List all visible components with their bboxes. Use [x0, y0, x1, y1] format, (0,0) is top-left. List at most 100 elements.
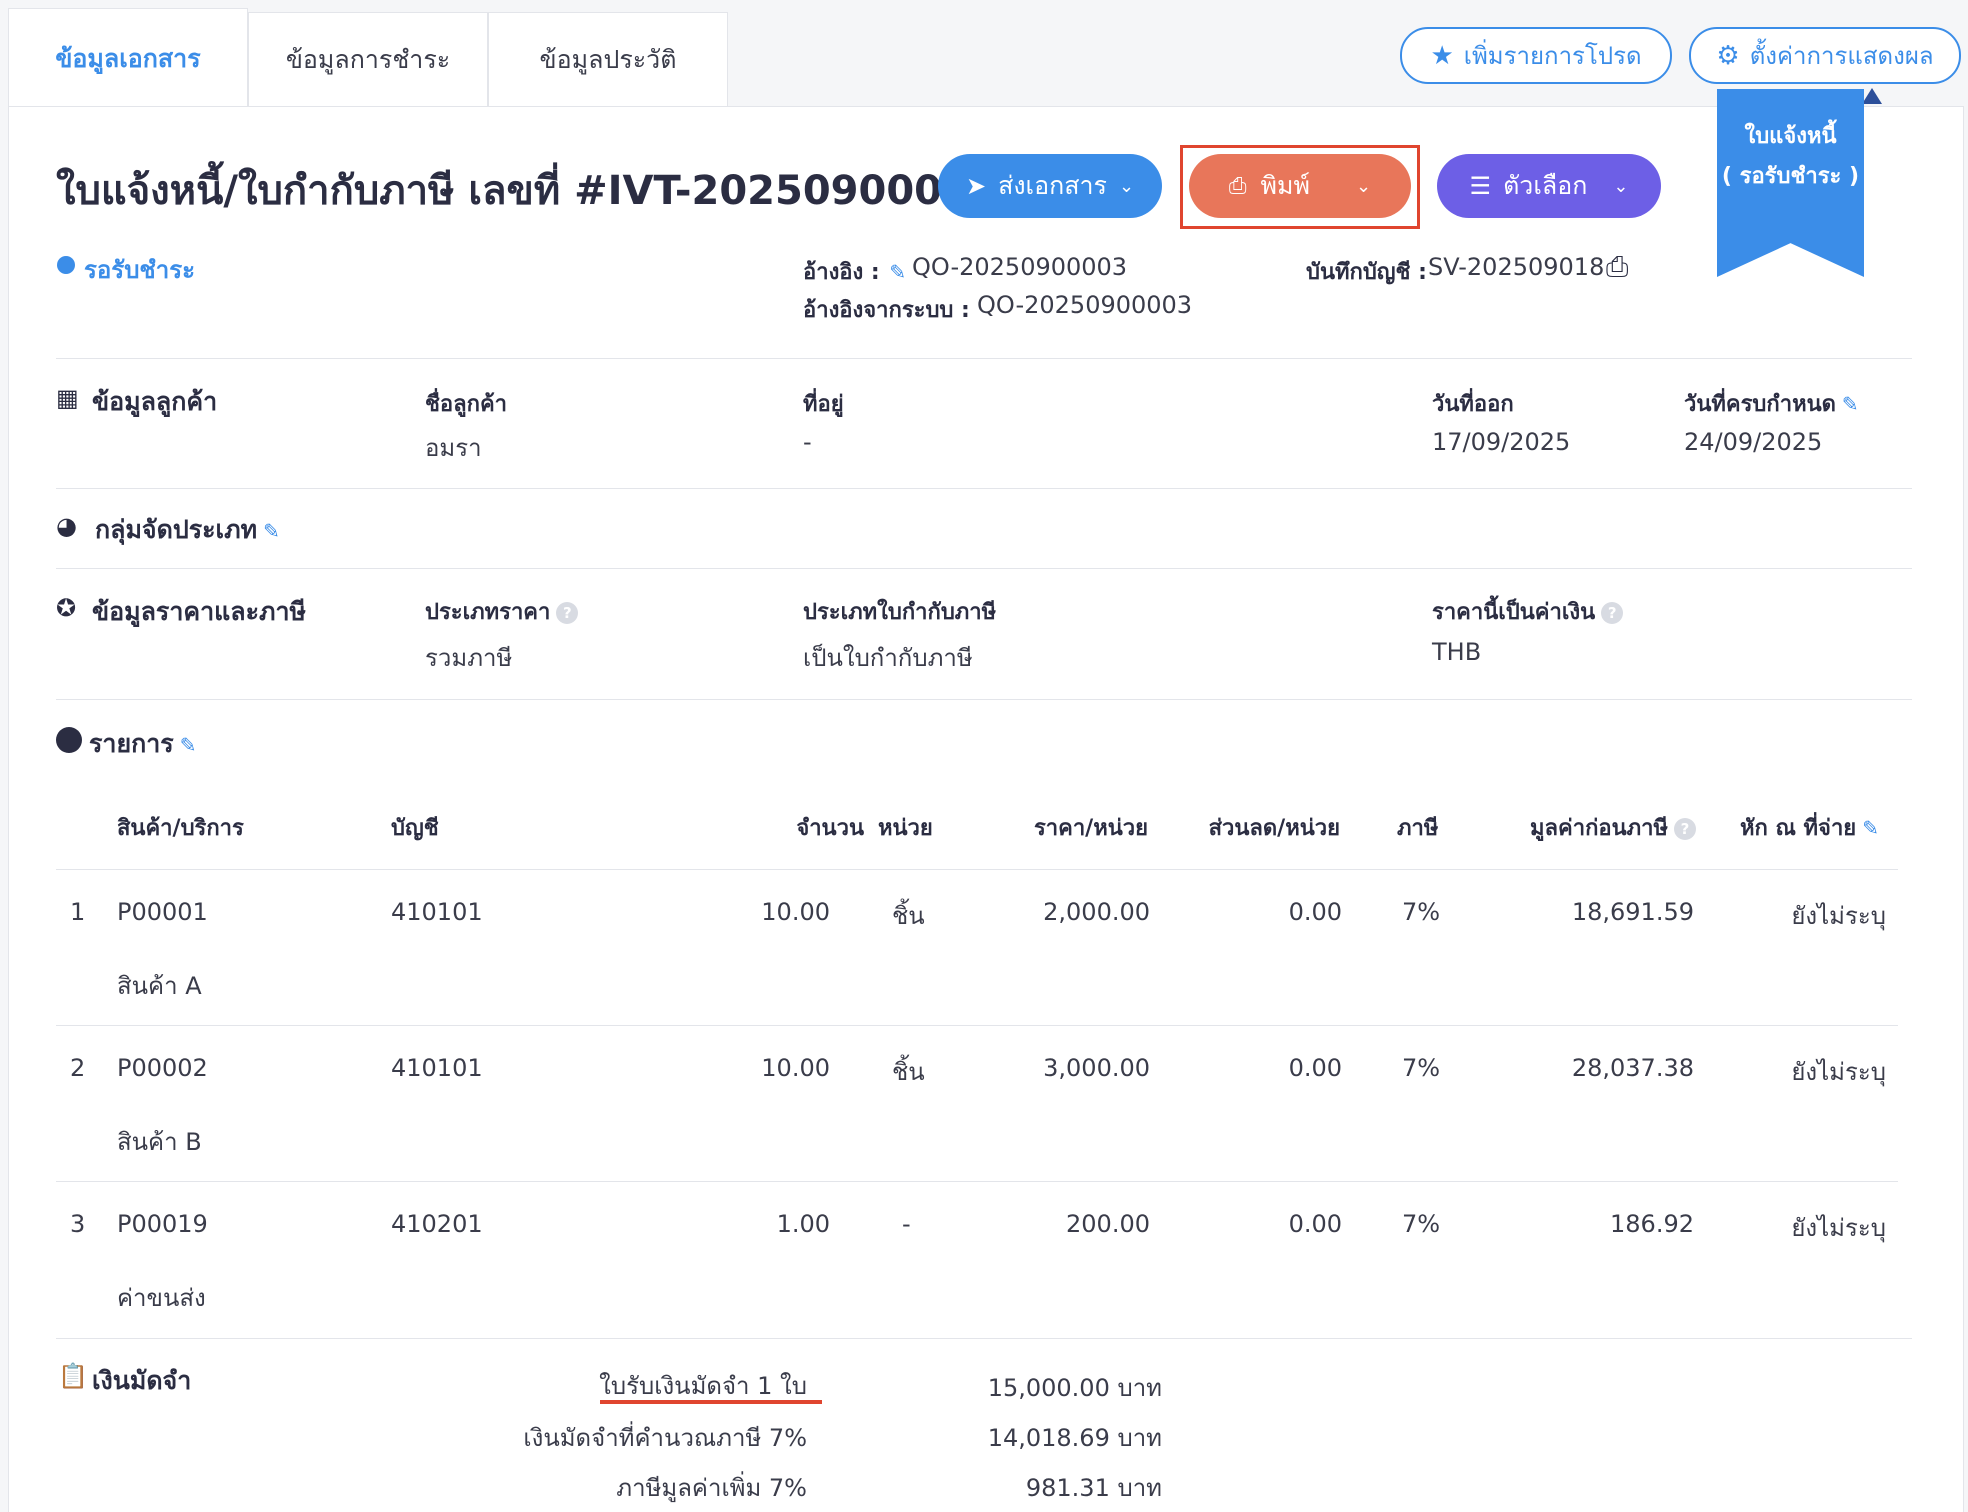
- send-icon: ➤: [965, 172, 987, 200]
- system-ref-link[interactable]: QO-20250900003: [977, 291, 1192, 319]
- issue-date-label: วันที่ออก: [1432, 392, 1514, 417]
- unit-price: 2,000.00: [1043, 898, 1150, 926]
- account-record-label: บันทึกบัญชี :: [1306, 260, 1427, 285]
- unit: -: [902, 1210, 911, 1238]
- deposit-amount: 15,000.00 บาท: [987, 1374, 1162, 1402]
- printer-icon[interactable]: ⎙: [1606, 250, 1628, 284]
- price-type-value: รวมภาษี: [425, 644, 513, 672]
- divider: [56, 358, 1912, 359]
- unit: ชิ้น: [892, 1058, 925, 1086]
- due-date-value: 24/09/2025: [1684, 428, 1823, 456]
- header-tax: ภาษี: [1397, 816, 1439, 841]
- divider: [56, 488, 1912, 489]
- product-name: ค่าขนส่ง: [117, 1284, 206, 1312]
- ribbon-line1: ใบแจ้งหนี้: [1744, 124, 1837, 149]
- add-favorite-button[interactable]: ★ เพิ่มรายการโปรด: [1400, 27, 1672, 84]
- tax-invoice-type-value: เป็นใบกำกับภาษี: [803, 644, 973, 672]
- tax-invoice-type-label: ประเภทใบกำกับภาษี: [803, 600, 997, 625]
- status-text: รอรับชำระ: [84, 256, 195, 284]
- print-label: พิมพ์: [1260, 171, 1310, 200]
- items-dot-icon: [56, 727, 82, 753]
- tax-rate: 7%: [1402, 898, 1441, 926]
- vat-label: ภาษีมูลค่าเพิ่ม 7%: [616, 1474, 807, 1502]
- ribbon-line2: ( รอรับชำระ ): [1721, 164, 1860, 189]
- help-icon[interactable]: ?: [1674, 818, 1696, 840]
- print-button[interactable]: ⎙ พิมพ์ ⌄: [1189, 154, 1411, 218]
- clipboard-icon: 📋: [58, 1362, 88, 1390]
- deposit-tax-calc-amount: 14,018.69 บาท: [987, 1424, 1162, 1452]
- divider: [56, 568, 1912, 569]
- send-label: ส่งเอกสาร: [998, 171, 1107, 200]
- pretax-value: 186.92: [1610, 1210, 1694, 1238]
- deposit-section-title: เงินมัดจำ: [92, 1366, 192, 1395]
- header-withholding: หัก ณ ที่จ่าย ✎: [1740, 810, 1879, 845]
- header-pretax-text: มูลค่าก่อนภาษี: [1530, 816, 1668, 841]
- quantity: 1.00: [776, 1210, 830, 1238]
- unit-price: 3,000.00: [1043, 1054, 1150, 1082]
- help-icon[interactable]: ?: [556, 602, 579, 624]
- customer-name-label: ชื่อลูกค้า: [425, 392, 508, 417]
- options-button[interactable]: ☰ ตัวเลือก ⌄: [1437, 154, 1661, 218]
- header-qty: จำนวน: [796, 816, 864, 841]
- header-price: ราคา/หน่วย: [1033, 816, 1148, 841]
- chevron-down-icon: ⌄: [1613, 175, 1629, 197]
- help-icon[interactable]: ?: [1601, 602, 1624, 624]
- row-number: 3: [70, 1210, 86, 1238]
- building-icon: ▦: [56, 384, 79, 412]
- tab-document-info[interactable]: ข้อมูลเอกสาร: [8, 8, 248, 108]
- currency-value: THB: [1432, 638, 1482, 666]
- unit-price: 200.00: [1066, 1210, 1150, 1238]
- row-divider: [56, 1025, 1898, 1026]
- percent-badge-icon: ✪: [56, 594, 77, 622]
- due-date-label-text: วันที่ครบกำหนด: [1684, 392, 1836, 417]
- tab-history-info[interactable]: ข้อมูลประวัติ: [488, 12, 728, 107]
- currency-label-text: ราคานี้เป็นค่าเงิน: [1432, 600, 1596, 625]
- header-account: บัญชี: [391, 816, 439, 841]
- status-dot: [57, 256, 75, 274]
- product-code-link[interactable]: P00001: [117, 898, 208, 926]
- edit-pencil-icon[interactable]: ✎: [263, 519, 280, 543]
- withholding-value: ยังไม่ระบุ: [1791, 1214, 1886, 1242]
- edit-pencil-icon[interactable]: ✎: [889, 260, 906, 284]
- tax-rate: 7%: [1402, 1210, 1441, 1238]
- product-code-link[interactable]: P00002: [117, 1054, 208, 1082]
- classification-title-text: กลุ่มจัดประเภท: [95, 515, 258, 544]
- tax-rate: 7%: [1402, 1054, 1441, 1082]
- vat-amount: 981.31 บาท: [1025, 1474, 1162, 1502]
- page-title: ใบแจ้งหนี้/ใบกำกับภาษี เลขที่ #IVT-20250…: [56, 158, 1020, 222]
- customer-name-link[interactable]: อมรา: [425, 428, 482, 467]
- account-code: 410201: [391, 1210, 483, 1238]
- product-name: สินค้า B: [117, 1128, 202, 1156]
- options-label: ตัวเลือก: [1503, 171, 1588, 200]
- system-ref-label: อ้างอิงจากระบบ :: [803, 298, 970, 323]
- product-name: สินค้า A: [117, 972, 202, 1000]
- header-pretax: มูลค่าก่อนภาษี?: [1480, 810, 1696, 845]
- pie-chart-icon: ◕: [56, 512, 77, 540]
- customer-section-title: ข้อมูลลูกค้า: [92, 387, 218, 416]
- edit-pencil-icon[interactable]: ✎: [180, 733, 197, 757]
- table-divider: [56, 869, 1898, 870]
- header-product: สินค้า/บริการ: [117, 816, 244, 841]
- reference-label-text: อ้างอิง :: [803, 260, 880, 285]
- items-section-title: รายการ ✎: [89, 724, 196, 764]
- send-document-button[interactable]: ➤ ส่งเอกสาร ⌄: [938, 154, 1162, 218]
- row-number: 2: [70, 1054, 86, 1082]
- edit-pencil-icon[interactable]: ✎: [1862, 816, 1879, 840]
- row-number: 1: [70, 898, 86, 926]
- chevron-down-icon: ⌄: [1355, 175, 1372, 197]
- pretax-value: 28,037.38: [1571, 1054, 1694, 1082]
- pricing-section-title: ข้อมูลราคาและภาษี: [92, 597, 306, 626]
- unit-discount: 0.00: [1288, 1054, 1342, 1082]
- deposit-link-underline: [600, 1400, 822, 1404]
- unit: ชิ้น: [892, 902, 925, 930]
- issue-date-value: 17/09/2025: [1432, 428, 1571, 456]
- edit-pencil-icon[interactable]: ✎: [1842, 392, 1859, 416]
- classification-section-title: กลุ่มจัดประเภท ✎: [95, 510, 280, 550]
- tab-payment-info[interactable]: ข้อมูลการชำระ: [248, 12, 488, 107]
- product-code-link[interactable]: P00019: [117, 1210, 208, 1238]
- header-withholding-text: หัก ณ ที่จ่าย: [1740, 816, 1857, 841]
- ribbon-fold: [1862, 88, 1882, 104]
- account-record-link[interactable]: SV-202509018: [1428, 253, 1604, 281]
- display-settings-button[interactable]: ⚙ ตั้งค่าการแสดงผล: [1689, 27, 1961, 84]
- price-type-label-text: ประเภทราคา: [425, 600, 551, 625]
